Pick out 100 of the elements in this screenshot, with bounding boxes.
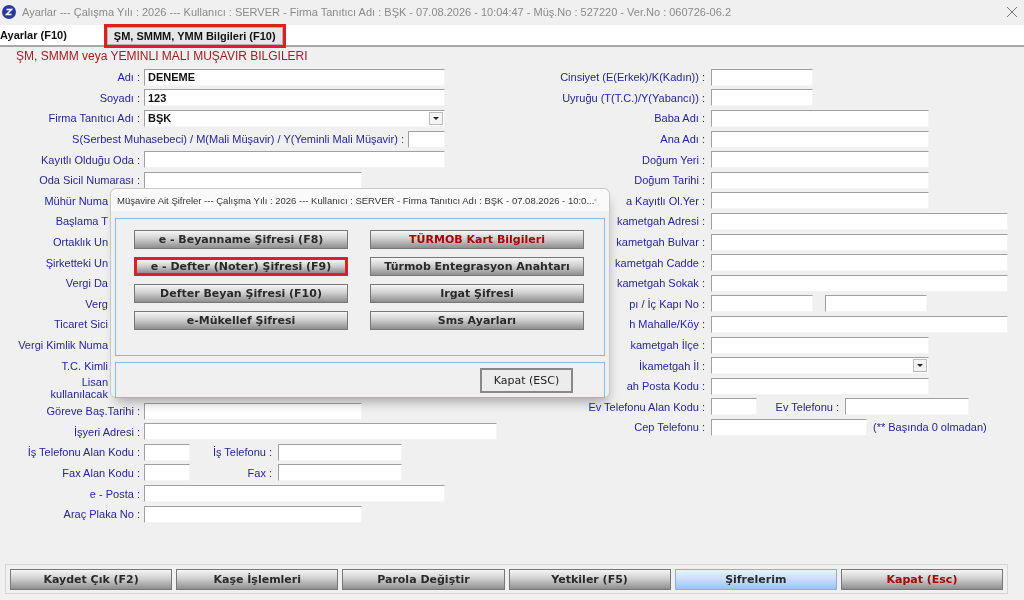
- field-label: Fax :: [246, 467, 272, 479]
- field-label: kametgah İlçe :: [630, 339, 705, 351]
- field-label: Doğum Tarihi :: [634, 174, 705, 187]
- field-label: İş Telefonu Alan Kodu :: [27, 446, 140, 459]
- input-field[interactable]: [825, 295, 927, 313]
- toolbar-button[interactable]: Kapat (Esc): [840, 568, 1004, 590]
- input-field[interactable]: [711, 171, 929, 189]
- section-heading: ŞM, SMMM veya YEMINLI MALI MUŞAVIR BILGILERI: [15, 48, 309, 63]
- field-label: Göreve Baş.Tarihi :: [46, 405, 140, 418]
- tab[interactable]: Ayarlar (F10): [0, 25, 69, 45]
- input-field[interactable]: [144, 402, 362, 420]
- input-field[interactable]: [711, 398, 757, 416]
- input-field[interactable]: [711, 212, 1008, 230]
- input-field[interactable]: [845, 398, 969, 416]
- input-field[interactable]: [144, 485, 445, 503]
- field-label: ah Posta Kodu :: [626, 380, 705, 393]
- tab[interactable]: ŞM, SMMM, YMM Bilgileri (F10): [106, 27, 283, 45]
- input-field[interactable]: [711, 254, 1008, 272]
- input-field[interactable]: [278, 443, 402, 461]
- dialog-button[interactable]: e-Mükellef Şifresi: [134, 311, 348, 330]
- field-label: Ticaret Sici: [54, 318, 108, 331]
- field-label: Doğum Yeri :: [642, 153, 705, 166]
- field-label: Fax Alan Kodu :: [62, 467, 140, 479]
- field-label: Şirketteki Un: [45, 256, 108, 269]
- field-label: Soyadı :: [99, 91, 140, 104]
- dropdown-field[interactable]: [711, 357, 929, 375]
- field-label: e - Posta :: [89, 487, 140, 500]
- field-label: Ev Telefonu :: [774, 400, 839, 413]
- field-label: Firma Tanıtıcı Adı :: [48, 112, 140, 125]
- input-field[interactable]: [408, 130, 445, 148]
- field-label: Başlama T: [55, 215, 108, 228]
- input-field[interactable]: [711, 89, 813, 107]
- input-field[interactable]: [144, 171, 362, 189]
- dialog-button[interactable]: e - Defter (Noter) Şifresi (F9): [134, 257, 348, 276]
- field-label: İş Telefonu :: [211, 446, 272, 459]
- field-label: kametgah Sokak :: [616, 277, 705, 290]
- input-field[interactable]: [144, 423, 497, 441]
- dialog-button[interactable]: e - Beyanname Şifresi (F8): [134, 230, 348, 249]
- input-field[interactable]: [711, 315, 1008, 333]
- dialog-button[interactable]: Irgat Şifresi: [370, 284, 584, 303]
- field-label: kametgah Adresi :: [616, 215, 705, 228]
- input-field[interactable]: DENEME: [144, 68, 445, 86]
- input-field[interactable]: [144, 151, 445, 169]
- close-button[interactable]: Kapat (ESC): [480, 367, 573, 393]
- input-field[interactable]: [711, 68, 813, 86]
- toolbar-button[interactable]: Şifrelerim: [674, 568, 837, 590]
- field-label: Vergi Da: [65, 277, 108, 290]
- field-label: Cinsiyet (E(Erkek)/K(Kadın)) :: [560, 71, 705, 84]
- hint-text: (** Başında 0 olmadan): [873, 421, 987, 434]
- field-label: S(Serbest Muhasebeci) / M(Mali Müşavir) / Y(Yeminli Mali Müşavir) :: [72, 133, 404, 146]
- field-label: Vergi Kimlik Numa: [18, 339, 108, 351]
- input-field[interactable]: [711, 192, 929, 210]
- input-field[interactable]: [711, 274, 1008, 292]
- field-label: İkametgah İl :: [638, 359, 705, 372]
- field-label: Uyruğu (T(T.C.)/Y(Yabancı)) :: [562, 91, 705, 104]
- toolbar-button[interactable]: Parola Değiştir: [342, 568, 505, 590]
- toolbar-button[interactable]: Yetkiler (F5): [508, 568, 671, 590]
- field-label: Kayıtlı Olduğu Oda :: [40, 153, 140, 166]
- field-label: Ev Telefonu Alan Kodu :: [588, 400, 705, 413]
- input-field[interactable]: [711, 151, 929, 169]
- close-icon[interactable]: [1007, 7, 1017, 17]
- field-label: kametgah Bulvar :: [616, 236, 705, 249]
- field-label: İşyeri Adresi :: [73, 425, 140, 438]
- dialog-title: Müşavire Ait Şifreler --- Çalışma Yılı : 2026 --- Kullanıcı : SERVER - Firma Tanıtıcı Adı : BŞK - 07.08.2026 - 10:0...: [117, 194, 595, 206]
- dialog-button[interactable]: TÜRMOB Kart Bilgileri: [370, 230, 584, 249]
- input-field[interactable]: [711, 336, 929, 354]
- input-field[interactable]: [711, 377, 929, 395]
- input-field[interactable]: [278, 464, 402, 482]
- dialog-button[interactable]: Sms Ayarları: [370, 311, 584, 330]
- dialog-button[interactable]: Defter Beyan Şifresi (F10): [134, 284, 348, 303]
- input-field[interactable]: [144, 464, 190, 482]
- field-label: Ana Adı :: [660, 133, 705, 146]
- input-field[interactable]: 123: [144, 89, 445, 107]
- field-label: pı / İç Kapı No :: [629, 297, 705, 310]
- field-label: Ortaklık Un: [53, 236, 108, 249]
- field-label: T.C. Kimli: [61, 359, 108, 372]
- toolbar-button[interactable]: Kaşe İşlemleri: [176, 568, 339, 590]
- input-field[interactable]: [711, 233, 1008, 251]
- input-field[interactable]: [711, 295, 813, 313]
- field-label: kametgah Cadde :: [615, 256, 705, 269]
- field-label: a Kayıtlı Ol.Yer :: [625, 194, 705, 207]
- field-label: Baba Adı :: [654, 112, 705, 125]
- field-label: Verg: [85, 297, 108, 310]
- input-field[interactable]: [144, 505, 362, 523]
- field-label: kullanılacak: [50, 388, 108, 401]
- app-logo-icon: [2, 5, 16, 19]
- input-field[interactable]: [144, 443, 190, 461]
- field-label: Adı :: [117, 71, 140, 84]
- field-label: Oda Sicil Numarası :: [39, 174, 140, 187]
- input-field[interactable]: [711, 130, 929, 148]
- field-label: Araç Plaka No :: [63, 508, 140, 521]
- field-label: Mühür Numa: [44, 194, 108, 207]
- input-field[interactable]: [711, 418, 867, 436]
- toolbar-button[interactable]: Kaydet Çık (F2): [10, 568, 173, 590]
- input-field[interactable]: [711, 110, 929, 127]
- dropdown-field[interactable]: BŞK: [144, 110, 445, 127]
- field-label: h Mahalle/Köy :: [629, 318, 705, 331]
- window-title: Ayarlar --- Çalışma Yılı : 2026 --- Kullanıcı : SERVER - Firma Tanıtıcı Adı : BŞK - 07.08.2026 - 10:04:47 - Müş.No : 527220 - Ver.No : 060726-06.2: [22, 6, 733, 18]
- field-label: Cep Telefonu :: [634, 421, 705, 434]
- dialog-button[interactable]: Türmob Entegrasyon Anahtarı: [370, 257, 584, 276]
